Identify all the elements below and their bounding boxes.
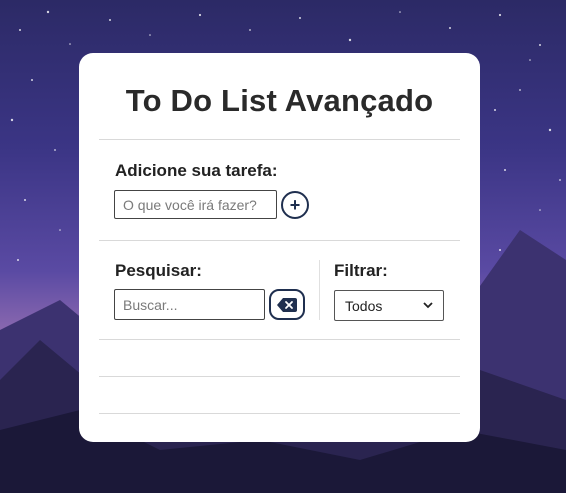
add-task-label: Adicione sua tarefa: [115, 161, 278, 180]
backspace-icon [277, 297, 297, 312]
filter-label: Filtrar: [334, 261, 388, 280]
divider [99, 339, 460, 340]
add-task-button[interactable]: + [281, 191, 309, 219]
plus-icon: + [289, 195, 301, 215]
todo-card: To Do List Avançado Adicione sua tarefa:… [79, 53, 480, 442]
filter-select[interactable]: Todos [334, 290, 444, 321]
divider [99, 240, 460, 241]
clear-search-button[interactable] [269, 289, 305, 320]
divider [99, 376, 460, 377]
divider [99, 139, 460, 140]
section-separator [319, 260, 320, 320]
divider [99, 413, 460, 414]
filter-selected-value: Todos [345, 297, 383, 314]
page-title: To Do List Avançado [125, 83, 434, 118]
task-input[interactable] [114, 190, 277, 219]
search-input[interactable] [114, 289, 265, 320]
search-label: Pesquisar: [115, 261, 202, 280]
chevron-down-icon [423, 302, 433, 309]
